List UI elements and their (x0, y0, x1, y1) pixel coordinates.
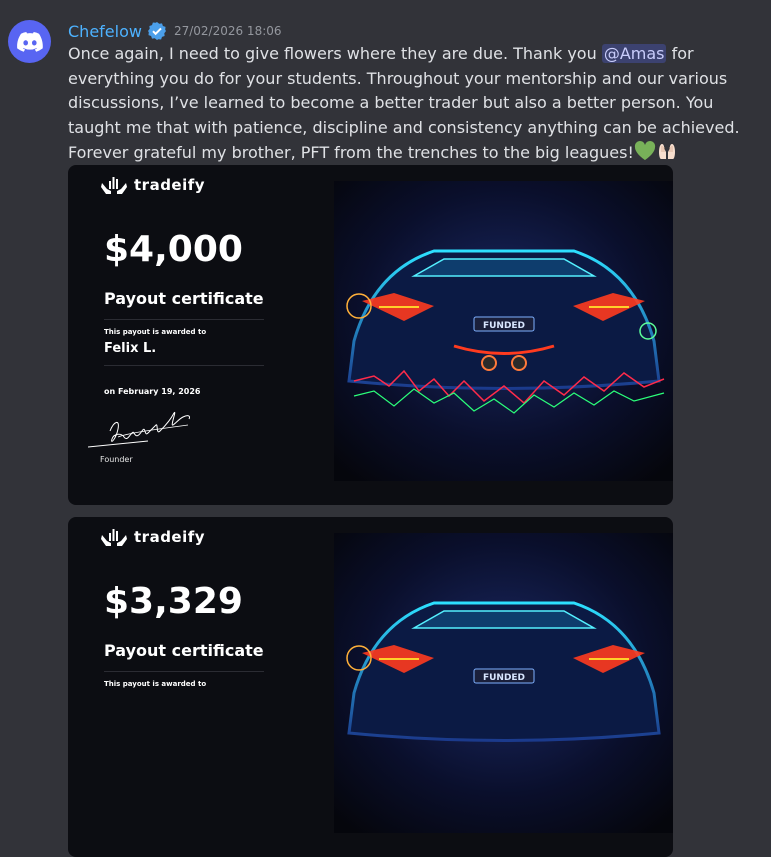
author-username[interactable]: Chefelow (68, 22, 142, 41)
signature-image (88, 411, 190, 448)
message-timestamp: 27/02/2026 18:06 (173, 24, 282, 38)
payout-certificate-image[interactable]: tradeify $3,329 Payout certificate This … (68, 517, 673, 857)
avatar[interactable] (8, 20, 51, 63)
message-text-before: Once again, I need to give flowers where… (68, 44, 602, 63)
founder-label: Founder (100, 455, 133, 464)
green-heart-icon (634, 140, 655, 160)
message-content: Once again, I need to give flowers where… (68, 42, 748, 166)
neon-car-artwork: FUNDED (334, 181, 673, 481)
payout-certificate-image[interactable]: tradeify $4,000 Payout certificate This … (68, 165, 673, 505)
tradeify-hands-icon (101, 177, 127, 194)
awarded-label: This payout is awarded to (104, 328, 207, 336)
tradeify-logo: tradeify (100, 175, 205, 195)
payout-amount: $3,329 (104, 581, 243, 622)
tradeify-hands-icon (101, 529, 127, 546)
neon-car-artwork: FUNDED (334, 533, 673, 833)
recipient-name: Felix L. (104, 341, 157, 356)
divider (104, 319, 264, 320)
user-mention[interactable]: @Amas (601, 44, 667, 63)
divider (104, 671, 264, 672)
divider (104, 365, 264, 366)
brand-name: tradeify (134, 528, 206, 546)
discord-logo-icon (16, 31, 43, 52)
raised-hands-icon (658, 144, 675, 159)
certificate-title: Payout certificate (104, 289, 264, 308)
brand-name: tradeify (134, 176, 206, 194)
message-header: Chefelow 27/02/2026 18:06 (68, 20, 282, 42)
payout-date: on February 19, 2026 (104, 387, 201, 396)
tradeify-logo: tradeify (100, 527, 205, 547)
payout-amount: $4,000 (104, 229, 243, 270)
license-plate: FUNDED (483, 321, 525, 331)
certificate-title: Payout certificate (104, 641, 264, 660)
license-plate: FUNDED (483, 673, 525, 683)
verified-badge-icon (147, 22, 166, 40)
